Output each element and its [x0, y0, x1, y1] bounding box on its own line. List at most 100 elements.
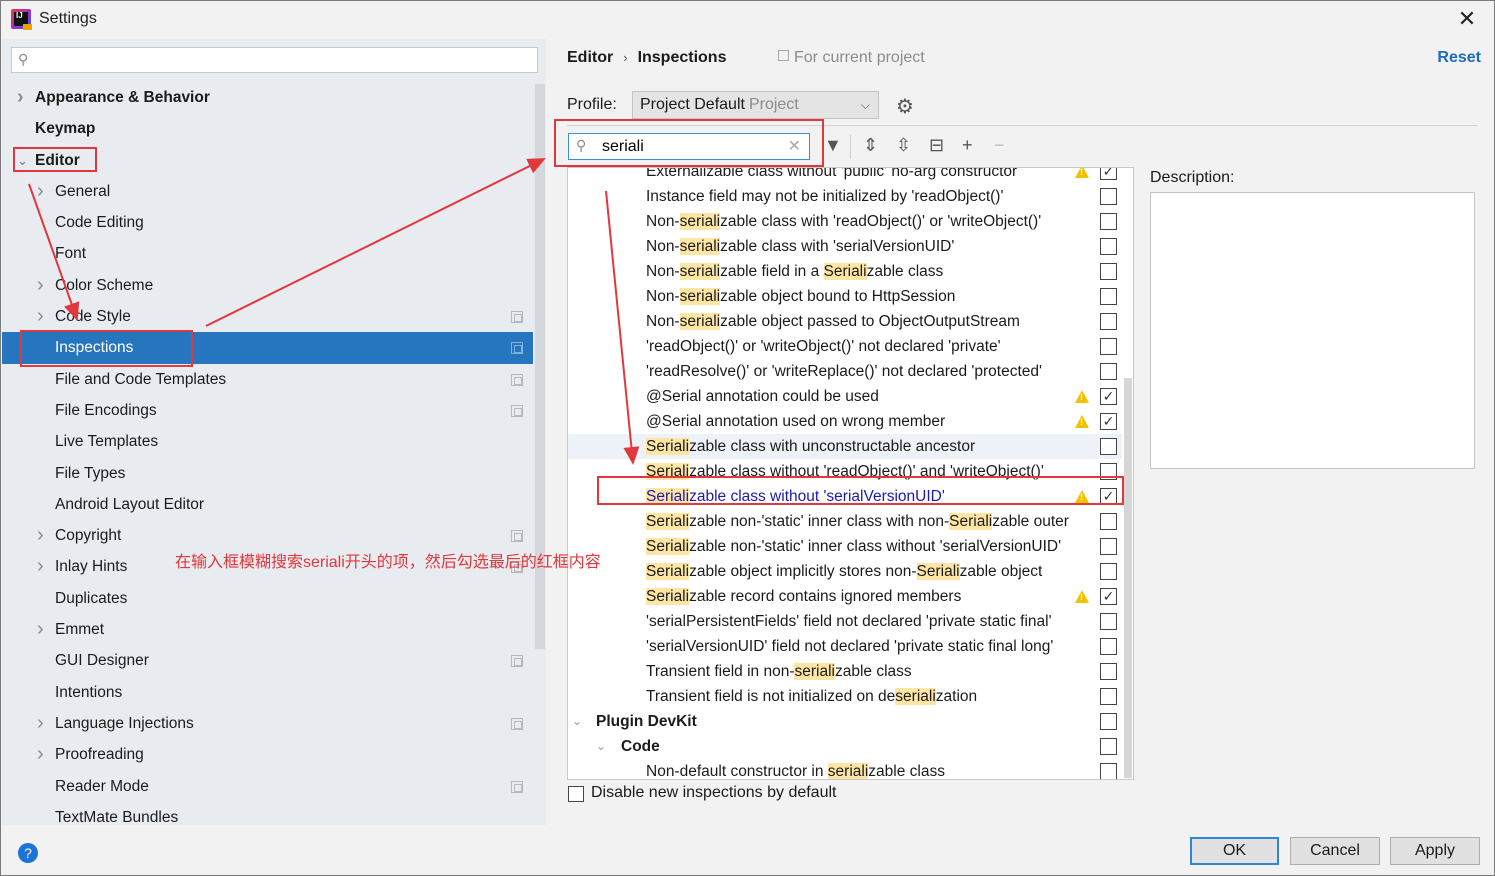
- inspection-row[interactable]: 'readResolve()' or 'writeReplace()' not …: [568, 359, 1122, 384]
- help-button[interactable]: ?: [18, 843, 38, 863]
- inspection-enabled-checkbox[interactable]: [1100, 188, 1117, 205]
- inspection-enabled-checkbox[interactable]: [1100, 263, 1117, 280]
- sidebar-item-language-injections[interactable]: › Language Injections: [2, 708, 533, 739]
- inspection-enabled-checkbox[interactable]: [1100, 313, 1117, 330]
- inspection-row[interactable]: @Serial annotation used on wrong member ✓: [568, 409, 1122, 434]
- inspection-enabled-checkbox[interactable]: [1100, 463, 1117, 480]
- sidebar-search[interactable]: ⚲: [11, 47, 538, 73]
- sidebar-item-color-scheme[interactable]: › Color Scheme: [2, 270, 533, 301]
- sidebar-item-textmate-bundles[interactable]: TextMate Bundles: [2, 802, 533, 833]
- inspection-row[interactable]: 'readObject()' or 'writeObject()' not de…: [568, 334, 1122, 359]
- breadcrumb-editor[interactable]: Editor: [567, 49, 613, 66]
- inspection-enabled-checkbox[interactable]: [1100, 638, 1117, 655]
- inspection-row[interactable]: Serializable class without 'serialVersio…: [568, 484, 1122, 509]
- inspection-row[interactable]: 'serialPersistentFields' field not decla…: [568, 609, 1122, 634]
- ok-button[interactable]: OK: [1190, 837, 1279, 865]
- inspection-enabled-checkbox[interactable]: [1100, 338, 1117, 355]
- sidebar-item-font[interactable]: Font: [2, 238, 533, 269]
- sidebar-item-proofreading[interactable]: › Proofreading: [2, 739, 533, 770]
- close-button[interactable]: ✕: [1454, 7, 1480, 33]
- sidebar-item-live-templates[interactable]: Live Templates: [2, 426, 533, 457]
- reset-to-default-icon[interactable]: ⊟: [929, 135, 944, 156]
- inspection-group-row[interactable]: ⌄ Plugin DevKit: [568, 709, 1122, 734]
- chevron-right-icon[interactable]: ›: [37, 176, 49, 207]
- inspection-enabled-checkbox[interactable]: [1100, 738, 1117, 755]
- chevron-right-icon[interactable]: ›: [37, 739, 49, 770]
- inspection-enabled-checkbox[interactable]: ✓: [1100, 168, 1117, 180]
- inspection-row[interactable]: Serializable record contains ignored mem…: [568, 584, 1122, 609]
- inspection-group-row[interactable]: ⌄ Code: [568, 734, 1122, 759]
- clear-icon[interactable]: ✕: [788, 136, 801, 156]
- inspection-row[interactable]: Externalizable class without 'public' no…: [568, 168, 1122, 184]
- sidebar-item-gui-designer[interactable]: GUI Designer: [2, 645, 533, 676]
- inspection-row[interactable]: Non-serializable object bound to HttpSes…: [568, 284, 1122, 309]
- chevron-right-icon[interactable]: ›: [37, 551, 49, 582]
- inspection-row[interactable]: Non-serializable class with 'serialVersi…: [568, 234, 1122, 259]
- inspection-enabled-checkbox[interactable]: ✓: [1100, 388, 1117, 405]
- inspections-scrollbar[interactable]: [1124, 378, 1132, 778]
- sidebar-item-editor[interactable]: ⌄ Editor: [2, 145, 533, 176]
- sidebar-item-file-encodings[interactable]: File Encodings: [2, 395, 533, 426]
- inspection-enabled-checkbox[interactable]: [1100, 363, 1117, 380]
- inspection-enabled-checkbox[interactable]: [1100, 663, 1117, 680]
- inspection-row[interactable]: @Serial annotation could be used ✓: [568, 384, 1122, 409]
- inspection-enabled-checkbox[interactable]: [1100, 438, 1117, 455]
- inspection-enabled-checkbox[interactable]: [1100, 288, 1117, 305]
- chevron-right-icon[interactable]: ›: [37, 520, 49, 551]
- inspection-enabled-checkbox[interactable]: [1100, 538, 1117, 555]
- sidebar-item-inspections[interactable]: Inspections: [2, 332, 533, 364]
- sidebar-item-copyright[interactable]: › Copyright: [2, 520, 533, 551]
- sidebar-item-file-types[interactable]: File Types: [2, 458, 533, 489]
- disable-new-inspections-checkbox[interactable]: [568, 786, 584, 802]
- inspection-enabled-checkbox[interactable]: [1100, 513, 1117, 530]
- inspection-row[interactable]: Non-default constructor in serializable …: [568, 759, 1122, 779]
- inspection-row[interactable]: Serializable non-'static' inner class wi…: [568, 534, 1122, 559]
- inspection-enabled-checkbox[interactable]: [1100, 713, 1117, 730]
- sidebar-item-reader-mode[interactable]: Reader Mode: [2, 771, 533, 802]
- chevron-down-icon[interactable]: ⌄: [17, 145, 29, 176]
- inspection-enabled-checkbox[interactable]: [1100, 563, 1117, 580]
- sidebar-item-android-layout-editor[interactable]: Android Layout Editor: [2, 489, 533, 520]
- sidebar-item-code-style[interactable]: › Code Style: [2, 301, 533, 332]
- inspection-enabled-checkbox[interactable]: [1100, 238, 1117, 255]
- inspection-row[interactable]: Instance field may not be initialized by…: [568, 184, 1122, 209]
- apply-button[interactable]: Apply: [1390, 837, 1480, 865]
- reset-link[interactable]: Reset: [1437, 49, 1481, 67]
- inspection-row[interactable]: Serializable class with unconstructable …: [568, 434, 1122, 459]
- sidebar-item-code-editing[interactable]: Code Editing: [2, 207, 533, 238]
- inspection-row[interactable]: Serializable class without 'readObject()…: [568, 459, 1122, 484]
- gear-icon[interactable]: ⚙: [896, 94, 914, 119]
- inspection-filter-field[interactable]: ⚲ ✕: [568, 133, 810, 160]
- inspection-row[interactable]: Non-serializable object passed to Object…: [568, 309, 1122, 334]
- inspection-row[interactable]: Non-serializable field in a Serializable…: [568, 259, 1122, 284]
- inspection-enabled-checkbox[interactable]: [1100, 688, 1117, 705]
- inspection-filter-input[interactable]: [602, 137, 772, 157]
- inspection-row[interactable]: Serializable non-'static' inner class wi…: [568, 509, 1122, 534]
- inspection-enabled-checkbox[interactable]: [1100, 213, 1117, 230]
- filter-icon[interactable]: ▼: [824, 135, 842, 156]
- sidebar-item-duplicates[interactable]: Duplicates: [2, 583, 533, 614]
- inspection-enabled-checkbox[interactable]: [1100, 763, 1117, 779]
- sidebar-item-emmet[interactable]: › Emmet: [2, 614, 533, 645]
- chevron-right-icon[interactable]: ›: [37, 708, 49, 739]
- sidebar-item-intentions[interactable]: Intentions: [2, 677, 533, 708]
- sidebar-search-input[interactable]: [40, 50, 530, 70]
- chevron-down-icon[interactable]: ⌄: [596, 734, 606, 759]
- inspection-row[interactable]: 'serialVersionUID' field not declared 'p…: [568, 634, 1122, 659]
- inspection-enabled-checkbox[interactable]: ✓: [1100, 588, 1117, 605]
- add-icon[interactable]: +: [962, 135, 973, 156]
- collapse-all-icon[interactable]: ⇳: [896, 135, 911, 156]
- inspection-enabled-checkbox[interactable]: [1100, 613, 1117, 630]
- chevron-right-icon[interactable]: ›: [17, 82, 29, 113]
- chevron-right-icon[interactable]: ›: [37, 301, 49, 332]
- inspection-row[interactable]: Serializable object implicitly stores no…: [568, 559, 1122, 584]
- expand-all-icon[interactable]: ⇕: [863, 135, 878, 156]
- sidebar-item-general[interactable]: › General: [2, 176, 533, 207]
- chevron-down-icon[interactable]: ⌄: [572, 709, 582, 734]
- profile-dropdown[interactable]: Project Default Project ⌵: [632, 91, 879, 119]
- inspection-row[interactable]: Non-serializable class with 'readObject(…: [568, 209, 1122, 234]
- inspection-row[interactable]: Transient field in non-serializable clas…: [568, 659, 1122, 684]
- chevron-right-icon[interactable]: ›: [37, 614, 49, 645]
- chevron-right-icon[interactable]: ›: [37, 270, 49, 301]
- inspection-enabled-checkbox[interactable]: ✓: [1100, 488, 1117, 505]
